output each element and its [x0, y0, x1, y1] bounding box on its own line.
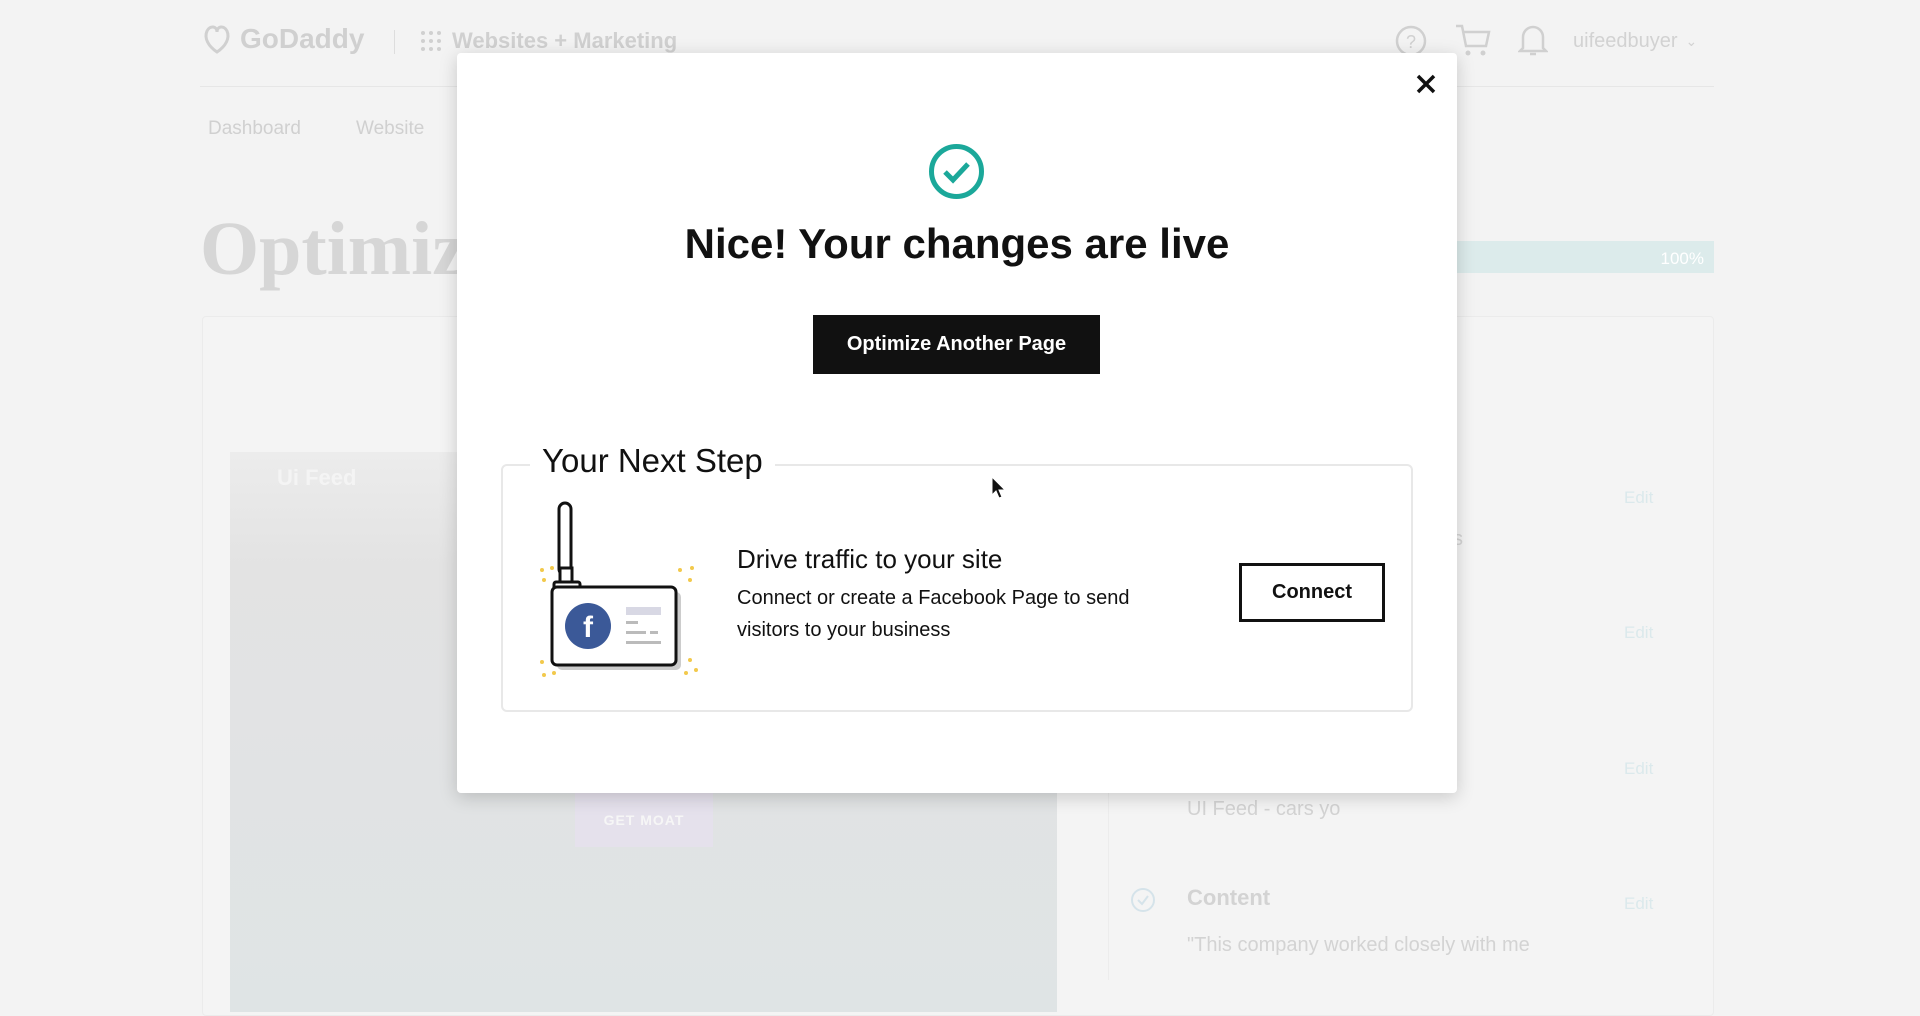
godaddy-logo[interactable]: GoDaddy	[200, 22, 364, 56]
edit-link[interactable]: Edit	[1624, 488, 1653, 508]
success-check-icon	[929, 144, 984, 199]
username: uifeedbuyer	[1573, 30, 1678, 52]
godaddy-logo-icon	[204, 25, 230, 54]
next-step-description: Connect or create a Facebook Page to sen…	[737, 587, 1130, 641]
product-name: Websites + Marketing	[452, 28, 678, 53]
edit-link[interactable]: Edit	[1624, 894, 1653, 914]
nav-website[interactable]: Website	[356, 118, 424, 140]
grid-icon	[421, 31, 441, 51]
content-value: "This company worked closely with me	[1187, 934, 1530, 956]
optimize-another-page-button[interactable]: Optimize Another Page	[813, 315, 1100, 374]
account-menu[interactable]: uifeedbuyer ⌄	[1573, 30, 1697, 53]
cart-icon[interactable]	[1454, 22, 1492, 58]
modal-title: Nice! Your changes are live	[684, 220, 1230, 267]
content-heading: Content	[1187, 885, 1271, 910]
next-step-heading: Drive traffic to your site	[737, 544, 1003, 574]
brand-name: GoDaddy	[240, 23, 365, 54]
mouse-cursor-icon	[991, 476, 1006, 499]
svg-text:f: f	[583, 611, 594, 644]
connect-button[interactable]: Connect	[1239, 563, 1385, 622]
page-title: Optimize	[200, 207, 500, 291]
progress-label: 100%	[1660, 249, 1704, 268]
check-circle-icon	[1131, 888, 1155, 912]
close-icon[interactable]	[1412, 70, 1440, 98]
apps-menu[interactable]: Websites + Marketing	[420, 28, 677, 54]
next-step-legend: Your Next Step	[530, 442, 775, 480]
site-title-value: UI Feed - cars yo	[1187, 798, 1341, 820]
svg-text:?: ?	[1406, 32, 1416, 52]
edit-link[interactable]: Edit	[1624, 623, 1653, 643]
preview-cta-button: GET MOAT	[575, 793, 713, 847]
preview-site-name: Ui Feed	[277, 465, 357, 490]
bell-icon[interactable]	[1518, 22, 1548, 58]
edit-link[interactable]: Edit	[1624, 759, 1653, 779]
facebook-badge-illustration: f	[540, 501, 698, 677]
nav-dashboard[interactable]: Dashboard	[208, 118, 301, 140]
divider	[394, 30, 395, 54]
chevron-down-icon: ⌄	[1685, 33, 1698, 49]
